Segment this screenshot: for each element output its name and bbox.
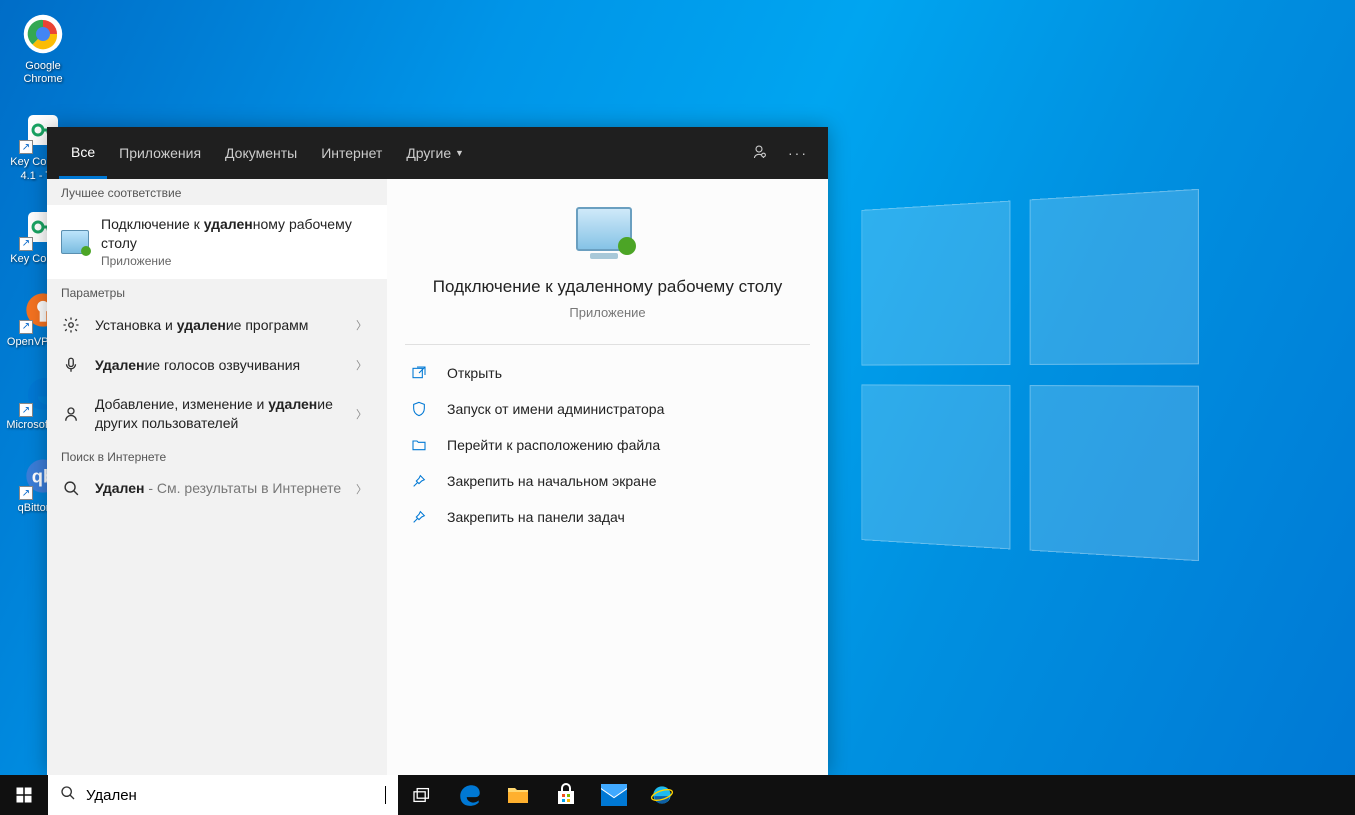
result-web-search[interactable]: Удален - См. результаты в Интернете 〉 xyxy=(47,469,387,509)
rdp-icon-large xyxy=(576,207,640,261)
detail-subtitle: Приложение xyxy=(569,305,645,320)
shield-icon xyxy=(411,401,429,417)
chrome-icon xyxy=(22,13,64,55)
action-run-admin[interactable]: Запуск от имени администратора xyxy=(387,391,828,427)
taskview-icon xyxy=(412,787,432,803)
task-view-button[interactable] xyxy=(398,775,446,815)
result-rdp[interactable]: Подключение к удаленному рабочему столу … xyxy=(47,205,387,279)
action-pin-taskbar[interactable]: Закрепить на панели задач xyxy=(387,499,828,535)
section-settings: Параметры xyxy=(47,279,387,305)
result-manage-users[interactable]: Добавление, изменение и удаление других … xyxy=(47,385,387,443)
windows-logo-wallpaper xyxy=(861,189,1199,561)
tab-all[interactable]: Все xyxy=(59,127,107,179)
taskbar-explorer[interactable] xyxy=(494,775,542,815)
pin-icon xyxy=(411,473,429,489)
open-icon xyxy=(411,365,429,381)
search-results-list: Лучшее соответствие Подключение к удален… xyxy=(47,179,387,775)
search-header: Все Приложения Документы Интернет Другие… xyxy=(47,127,828,179)
taskbar-edge[interactable] xyxy=(446,775,494,815)
chevron-right-icon[interactable]: 〉 xyxy=(350,357,373,373)
shortcut-arrow-icon: ↗ xyxy=(19,403,33,417)
taskbar xyxy=(0,775,1355,815)
chevron-down-icon: ▼ xyxy=(455,148,464,158)
start-button[interactable] xyxy=(0,775,48,815)
icon-label: Google Chrome xyxy=(5,60,81,86)
result-uninstall-programs[interactable]: Установка и удаление программ 〉 xyxy=(47,305,387,345)
shortcut-arrow-icon: ↗ xyxy=(19,140,33,154)
pin-icon xyxy=(411,509,429,525)
tab-docs[interactable]: Документы xyxy=(213,127,309,179)
more-icon[interactable]: ··· xyxy=(788,145,808,161)
search-panel: Все Приложения Документы Интернет Другие… xyxy=(47,127,828,775)
store-icon xyxy=(554,783,578,807)
tab-other[interactable]: Другие ▼ xyxy=(394,127,476,179)
chevron-right-icon[interactable]: 〉 xyxy=(350,481,373,497)
rdp-icon xyxy=(61,230,89,254)
action-pin-start[interactable]: Закрепить на начальном экране xyxy=(387,463,828,499)
ie-icon xyxy=(649,782,675,808)
taskbar-store[interactable] xyxy=(542,775,590,815)
tab-web[interactable]: Интернет xyxy=(309,127,394,179)
search-input[interactable] xyxy=(86,787,385,804)
desktop-icon-chrome[interactable]: Google Chrome xyxy=(5,10,81,86)
search-icon xyxy=(60,785,76,806)
tab-apps[interactable]: Приложения xyxy=(107,127,213,179)
taskbar-ie[interactable] xyxy=(638,775,686,815)
taskbar-search-box[interactable] xyxy=(48,775,398,815)
section-best-match: Лучшее соответствие xyxy=(47,179,387,205)
search-detail-pane: Подключение к удаленному рабочему столу … xyxy=(387,179,828,775)
section-web: Поиск в Интернете xyxy=(47,443,387,469)
edge-icon xyxy=(457,782,483,808)
action-open[interactable]: Открыть xyxy=(387,355,828,391)
shortcut-arrow-icon: ↗ xyxy=(19,320,33,334)
mic-icon xyxy=(61,355,81,375)
shortcut-arrow-icon: ↗ xyxy=(19,237,33,251)
mail-icon xyxy=(601,784,627,806)
chevron-right-icon[interactable]: 〉 xyxy=(350,317,373,333)
search-icon xyxy=(61,479,81,499)
person-icon xyxy=(61,404,81,424)
feedback-icon[interactable] xyxy=(750,143,768,164)
result-delete-voices[interactable]: Удаление голосов озвучивания 〉 xyxy=(47,345,387,385)
gear-icon xyxy=(61,315,81,335)
windows-icon xyxy=(15,786,33,804)
taskbar-mail[interactable] xyxy=(590,775,638,815)
folder-icon xyxy=(411,437,429,453)
folder-icon xyxy=(506,784,530,806)
chevron-right-icon[interactable]: 〉 xyxy=(350,406,373,422)
shortcut-arrow-icon: ↗ xyxy=(19,486,33,500)
detail-title: Подключение к удаленному рабочему столу xyxy=(433,275,782,299)
action-file-location[interactable]: Перейти к расположению файла xyxy=(387,427,828,463)
